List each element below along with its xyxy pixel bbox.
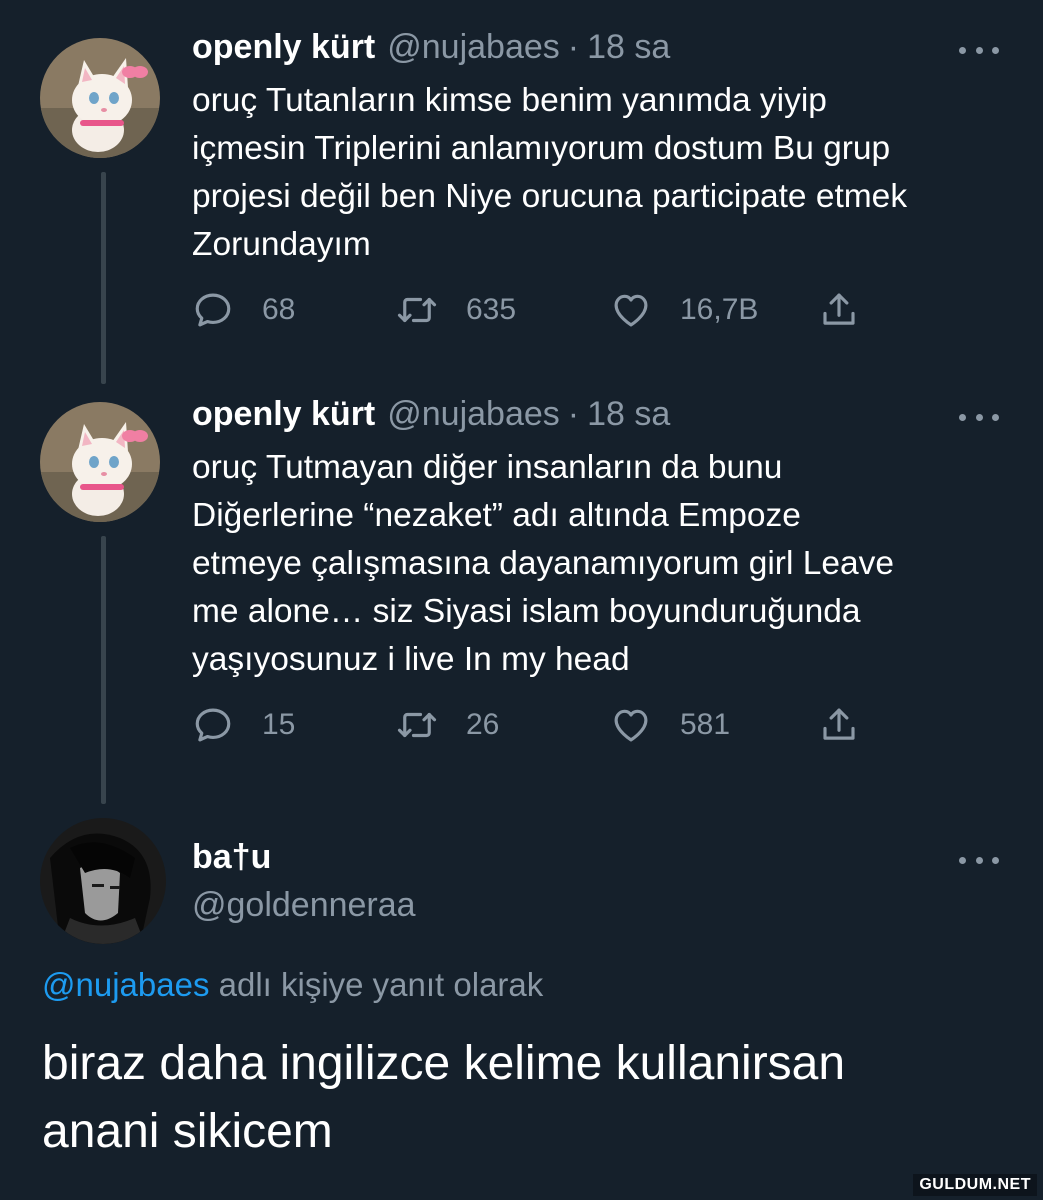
- display-name[interactable]: openly kürt: [192, 28, 375, 67]
- reply-button[interactable]: 68: [192, 288, 295, 332]
- like-count: 16,7B: [680, 293, 759, 326]
- reply-button[interactable]: 15: [192, 703, 295, 747]
- retweet-count: 26: [466, 708, 500, 741]
- more-icon[interactable]: [959, 407, 999, 427]
- reply-count: 68: [262, 293, 296, 326]
- tweet-line: içmesin Triplerini anlamıyorum dostum Bu…: [192, 130, 891, 167]
- like-icon: [610, 704, 652, 746]
- retweet-icon: [396, 704, 438, 746]
- action-bar: 15 26 581: [192, 703, 892, 747]
- reply-count: 15: [262, 708, 296, 741]
- tweet-line: yaşıyosunuz i live In my head: [192, 641, 630, 678]
- reply-text: biraz daha ingilizce kelime kullanirsan …: [42, 1030, 1002, 1166]
- avatar[interactable]: [40, 402, 160, 522]
- share-icon: [818, 289, 860, 331]
- action-bar: 68 635 16,7B: [192, 288, 892, 332]
- anime-avatar-icon: [40, 818, 166, 944]
- retweet-icon: [396, 289, 438, 331]
- tweet-line: Zorundayım: [192, 226, 371, 263]
- watermark: GULDUM.NET: [913, 1174, 1037, 1196]
- tweet-header: openly kürt @nujabaes · 18 sa: [192, 395, 670, 435]
- timestamp[interactable]: 18 sa: [587, 395, 670, 434]
- tweet-line: oruç Tutmayan diğer insanların da bunu: [192, 449, 783, 486]
- share-icon: [818, 704, 860, 746]
- reply-icon: [192, 704, 234, 746]
- tweet-text: oruç Tutmayan diğer insanların da bunu D…: [192, 444, 1012, 684]
- reply-header: ba†u: [192, 838, 271, 878]
- display-name[interactable]: ba†u: [192, 838, 271, 877]
- separator: ·: [567, 395, 580, 433]
- reply-icon: [192, 289, 234, 331]
- tweet-text: oruç Tutanların kimse benim yanımda yiyi…: [192, 77, 1012, 269]
- like-button[interactable]: 581: [610, 703, 730, 747]
- avatar[interactable]: [40, 818, 166, 944]
- username[interactable]: @nujabaes: [387, 395, 560, 434]
- timestamp[interactable]: 18 sa: [587, 28, 670, 67]
- tweet-line: etmeye çalışmasına dayanamıyorum girl Le…: [192, 545, 894, 582]
- retweet-button[interactable]: 26: [396, 703, 499, 747]
- like-icon: [610, 289, 652, 331]
- reply-line: anani sikicem: [42, 1105, 333, 1158]
- retweet-count: 635: [466, 293, 517, 326]
- more-icon[interactable]: [959, 40, 999, 60]
- reply-handle-row: @goldenneraa: [192, 886, 416, 926]
- thread-line: [101, 536, 106, 804]
- separator: ·: [567, 28, 580, 66]
- tweet-line: oruç Tutanların kimse benim yanımda yiyi…: [192, 82, 827, 119]
- display-name[interactable]: openly kürt: [192, 395, 375, 434]
- like-count: 581: [680, 708, 731, 741]
- cat-avatar-icon: [40, 402, 160, 522]
- username[interactable]: @nujabaes: [387, 28, 560, 67]
- replying-to: @nujabaes adlı kişiye yanıt olarak: [42, 966, 543, 1004]
- reply-line: biraz daha ingilizce kelime kullanirsan: [42, 1037, 846, 1090]
- tweet-line: me alone… siz Siyasi islam boyunduruğund…: [192, 593, 861, 630]
- like-button[interactable]: 16,7B: [610, 288, 758, 332]
- more-icon[interactable]: [959, 850, 999, 870]
- username[interactable]: @goldenneraa: [192, 886, 416, 925]
- tweet-header: openly kürt @nujabaes · 18 sa: [192, 28, 670, 68]
- retweet-button[interactable]: 635: [396, 288, 516, 332]
- thread-line: [101, 172, 106, 384]
- tweet-line: Diğerlerine “nezaket” adı altında Empoze: [192, 497, 801, 534]
- share-button[interactable]: [818, 288, 888, 332]
- reply-to-link[interactable]: @nujabaes: [42, 966, 209, 1003]
- cat-avatar-icon: [40, 38, 160, 158]
- avatar[interactable]: [40, 38, 160, 158]
- tweet-line: projesi değil ben Niye orucuna participa…: [192, 178, 908, 215]
- reply-to-text: adlı kişiye yanıt olarak: [209, 966, 544, 1003]
- share-button[interactable]: [818, 703, 888, 747]
